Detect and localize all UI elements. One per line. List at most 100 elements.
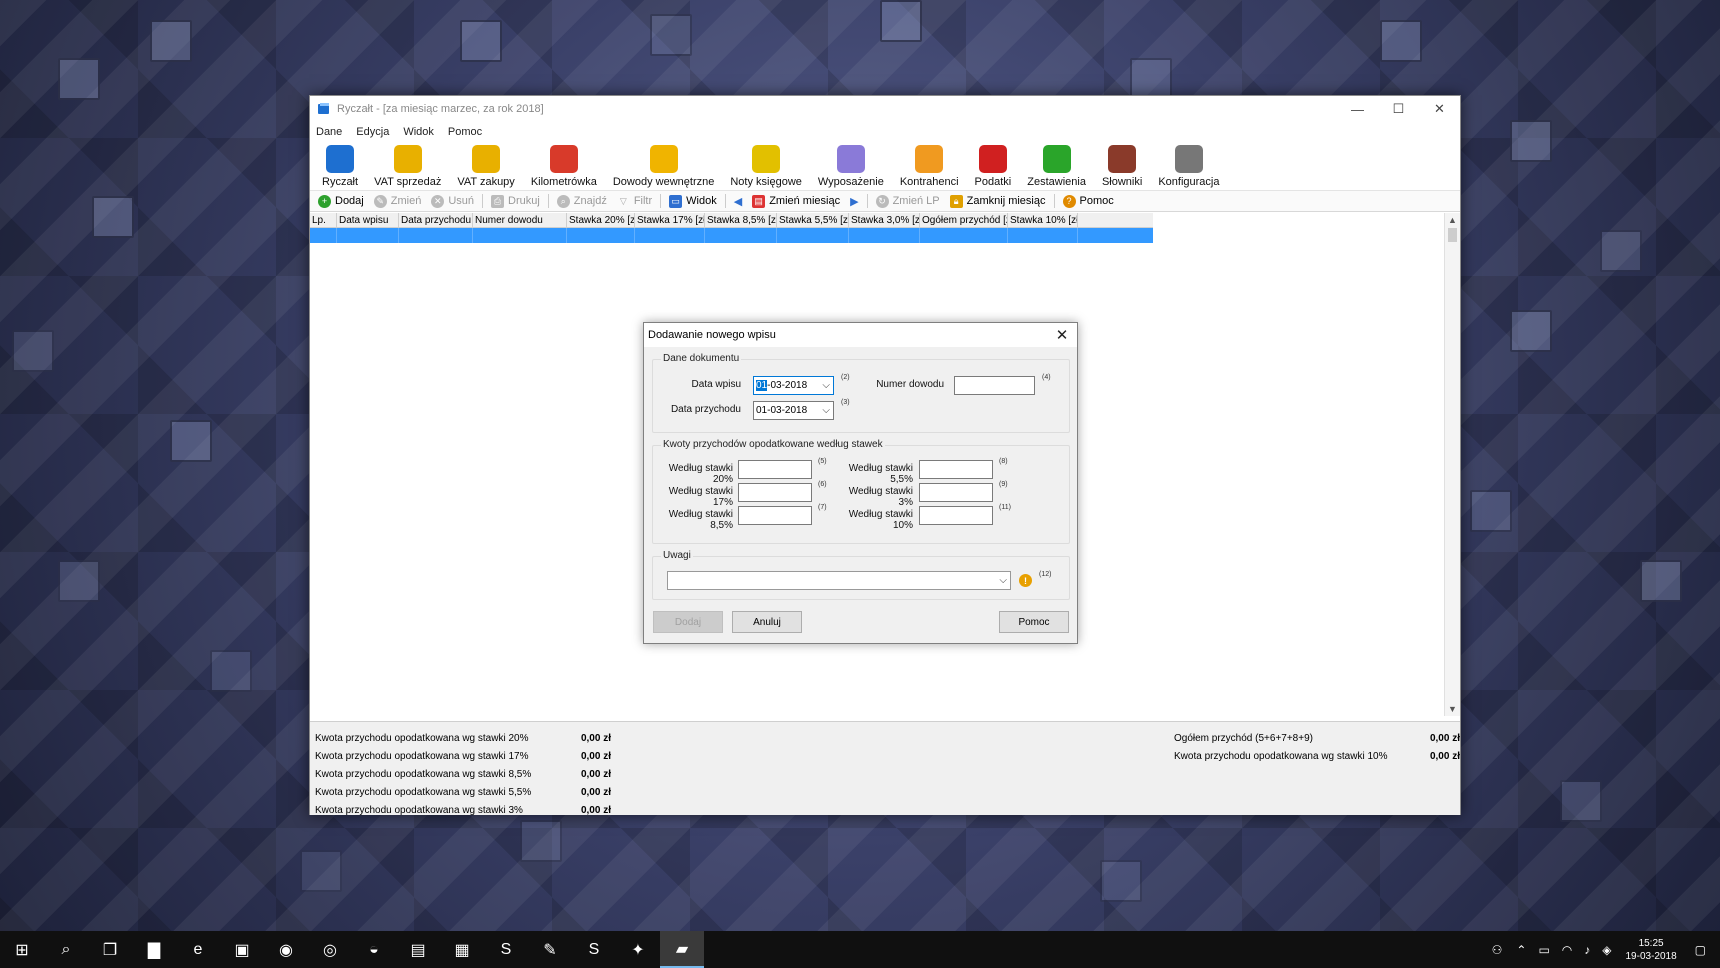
column-header[interactable]: Stawka 5,5% [zł] — [777, 213, 849, 227]
firefox-icon[interactable]: ◉ — [264, 931, 308, 968]
ribbon-button-4[interactable]: Dowody wewnętrzne — [605, 145, 723, 190]
ribbon-button-8[interactable]: Podatki — [967, 145, 1020, 190]
notes-combobox[interactable]: ⌵ — [667, 571, 1011, 590]
dialog-help-button[interactable]: Pomoc — [999, 611, 1069, 633]
column-header[interactable]: Data wpisu — [337, 213, 399, 227]
vertical-scrollbar[interactable]: ▲ ▼ — [1444, 213, 1460, 716]
rate-label: Według stawki 17% — [668, 486, 733, 508]
change-month-button[interactable]: ▤ Zmień miesiąc — [747, 194, 845, 208]
filter-button[interactable]: ▽ Filtr — [612, 195, 657, 208]
notifications-icon[interactable]: ▢ — [1695, 943, 1706, 957]
document-number-field[interactable] — [954, 376, 1035, 395]
spreadsheet-icon[interactable]: S — [484, 931, 528, 968]
ribbon-button-0[interactable]: Ryczałt — [314, 145, 366, 190]
ribbon-button-5[interactable]: Noty księgowe — [722, 145, 810, 190]
change-lp-button[interactable]: ↻ Zmień LP — [871, 194, 945, 208]
income-date-field[interactable]: 01-03-2018 ⌵ — [753, 401, 834, 420]
edge-icon[interactable]: e — [176, 931, 220, 968]
dialog-cancel-button[interactable]: Anuluj — [732, 611, 802, 633]
rate-amount-field[interactable] — [919, 483, 993, 502]
column-header[interactable]: Data przychodu — [399, 213, 473, 227]
entry-date-field[interactable]: 01-03-2018 ⌵ — [753, 376, 834, 395]
table-cell — [705, 228, 777, 243]
summary-row: Kwota przychodu opodatkowana wg stawki 3… — [315, 801, 611, 819]
maximize-button[interactable]: ☐ — [1378, 96, 1419, 122]
menu-bar: Dane Edycja Widok Pomoc — [310, 122, 1460, 141]
ribbon-button-10[interactable]: Słowniki — [1094, 145, 1150, 190]
help-button[interactable]: ? Pomoc — [1058, 194, 1119, 208]
ribbon-button-11[interactable]: Konfiguracja — [1150, 145, 1227, 190]
dialog-add-button[interactable]: Dodaj — [653, 611, 723, 633]
rate-amount-field[interactable] — [919, 506, 993, 525]
rate-amount-field[interactable] — [738, 483, 812, 502]
ribbon-button-6[interactable]: Wyposażenie — [810, 145, 892, 190]
column-header[interactable]: Stawka 3,0% [zł] — [849, 213, 920, 227]
ribbon-button-2[interactable]: VAT zakupy — [449, 145, 522, 190]
menu-widok[interactable]: Widok — [403, 126, 434, 138]
store-icon[interactable]: ▣ — [220, 931, 264, 968]
table-row-selected[interactable] — [310, 228, 1153, 243]
next-month-button[interactable]: ▶ — [845, 195, 863, 208]
security-icon[interactable]: ◈ — [1602, 943, 1611, 957]
people-icon[interactable]: ⚇ — [1492, 943, 1503, 957]
chevron-down-icon[interactable]: ⌵ — [999, 572, 1007, 589]
find-button[interactable]: ⌕ Znajdź — [552, 194, 612, 208]
menu-edycja[interactable]: Edycja — [356, 126, 389, 138]
search-icon[interactable]: ⌕ — [44, 931, 88, 968]
column-header[interactable]: Lp. — [310, 213, 337, 227]
ryczalt-app-icon[interactable]: ▰ — [660, 931, 704, 968]
calc-app-icon[interactable]: ✦ — [616, 931, 660, 968]
task-view-icon[interactable]: ❐ — [88, 931, 132, 968]
column-header[interactable]: Numer dowodu — [473, 213, 567, 227]
menu-pomoc[interactable]: Pomoc — [448, 126, 482, 138]
rate-amount-field[interactable] — [738, 506, 812, 525]
warning-icon[interactable]: ! — [1019, 574, 1032, 587]
rate-amount-field[interactable] — [738, 460, 812, 479]
pencil-app-icon[interactable]: ✎ — [528, 931, 572, 968]
notepad-icon[interactable]: ▦ — [440, 931, 484, 968]
view-button[interactable]: ▭ Widok — [664, 194, 722, 208]
ribbon-button-1[interactable]: VAT sprzedaż — [366, 145, 449, 190]
column-header[interactable]: Stawka 8,5% [zł] — [705, 213, 777, 227]
edit-button[interactable]: ✎ Zmień — [369, 194, 427, 208]
minimize-button[interactable]: — — [1337, 96, 1378, 122]
table-cell — [473, 228, 567, 243]
summary-row: Kwota przychodu opodatkowana wg stawki 1… — [315, 747, 611, 765]
clock[interactable]: 15:25 19-03-2018 — [1626, 937, 1677, 963]
taxes-icon — [978, 145, 1007, 173]
close-month-button[interactable]: 🔒︎ Zamknij miesiąc — [945, 194, 1051, 208]
column-header[interactable]: Ogółem przychód [zł] — [920, 213, 1008, 227]
notes-group-label: Uwagi — [661, 550, 693, 561]
chevron-down-icon[interactable]: ⌵ — [822, 377, 830, 394]
scroll-thumb[interactable] — [1448, 228, 1457, 242]
close-button[interactable]: ✕ — [1419, 96, 1460, 122]
ribbon-button-3[interactable]: Kilometrówka — [523, 145, 605, 190]
scroll-up-icon[interactable]: ▲ — [1445, 213, 1460, 227]
menu-dane[interactable]: Dane — [316, 126, 342, 138]
thunderbird-icon[interactable]: ◒ — [352, 931, 396, 968]
ribbon-button-9[interactable]: Zestawienia — [1019, 145, 1094, 190]
ribbon-button-7[interactable]: Kontrahenci — [892, 145, 967, 190]
rate-amount-field[interactable] — [919, 460, 993, 479]
column-header[interactable]: Stawka 20% [zł] — [567, 213, 635, 227]
skype-icon[interactable]: S — [572, 931, 616, 968]
save-app-icon[interactable]: ▤ — [396, 931, 440, 968]
prev-month-button[interactable]: ◀ — [729, 195, 747, 208]
chevron-down-icon[interactable]: ⌵ — [822, 402, 830, 419]
column-header[interactable]: Stawka 17% [zł] — [635, 213, 705, 227]
wifi-icon[interactable]: ◠ — [1562, 943, 1572, 957]
print-button[interactable]: ⎙ Drukuj — [486, 194, 545, 208]
windows-start-icon[interactable]: ⊞ — [0, 931, 44, 968]
scroll-down-icon[interactable]: ▼ — [1445, 702, 1460, 716]
column-header[interactable]: Stawka 10% [zł] — [1008, 213, 1078, 227]
dialog-close-icon[interactable]: ✕ — [1047, 326, 1077, 344]
battery-icon[interactable]: ▭ — [1538, 943, 1549, 957]
table-cell — [310, 228, 337, 243]
add-button[interactable]: + Dodaj — [313, 194, 369, 208]
chrome-icon[interactable]: ◎ — [308, 931, 352, 968]
volume-icon[interactable]: ♪ — [1584, 943, 1590, 957]
chevron-up-icon[interactable]: ⌃ — [1516, 943, 1526, 957]
delete-button[interactable]: ✕ Usuń — [426, 194, 479, 208]
file-explorer-icon[interactable]: ▇ — [132, 931, 176, 968]
summary-row: Kwota przychodu opodatkowana wg stawki 5… — [315, 783, 611, 801]
